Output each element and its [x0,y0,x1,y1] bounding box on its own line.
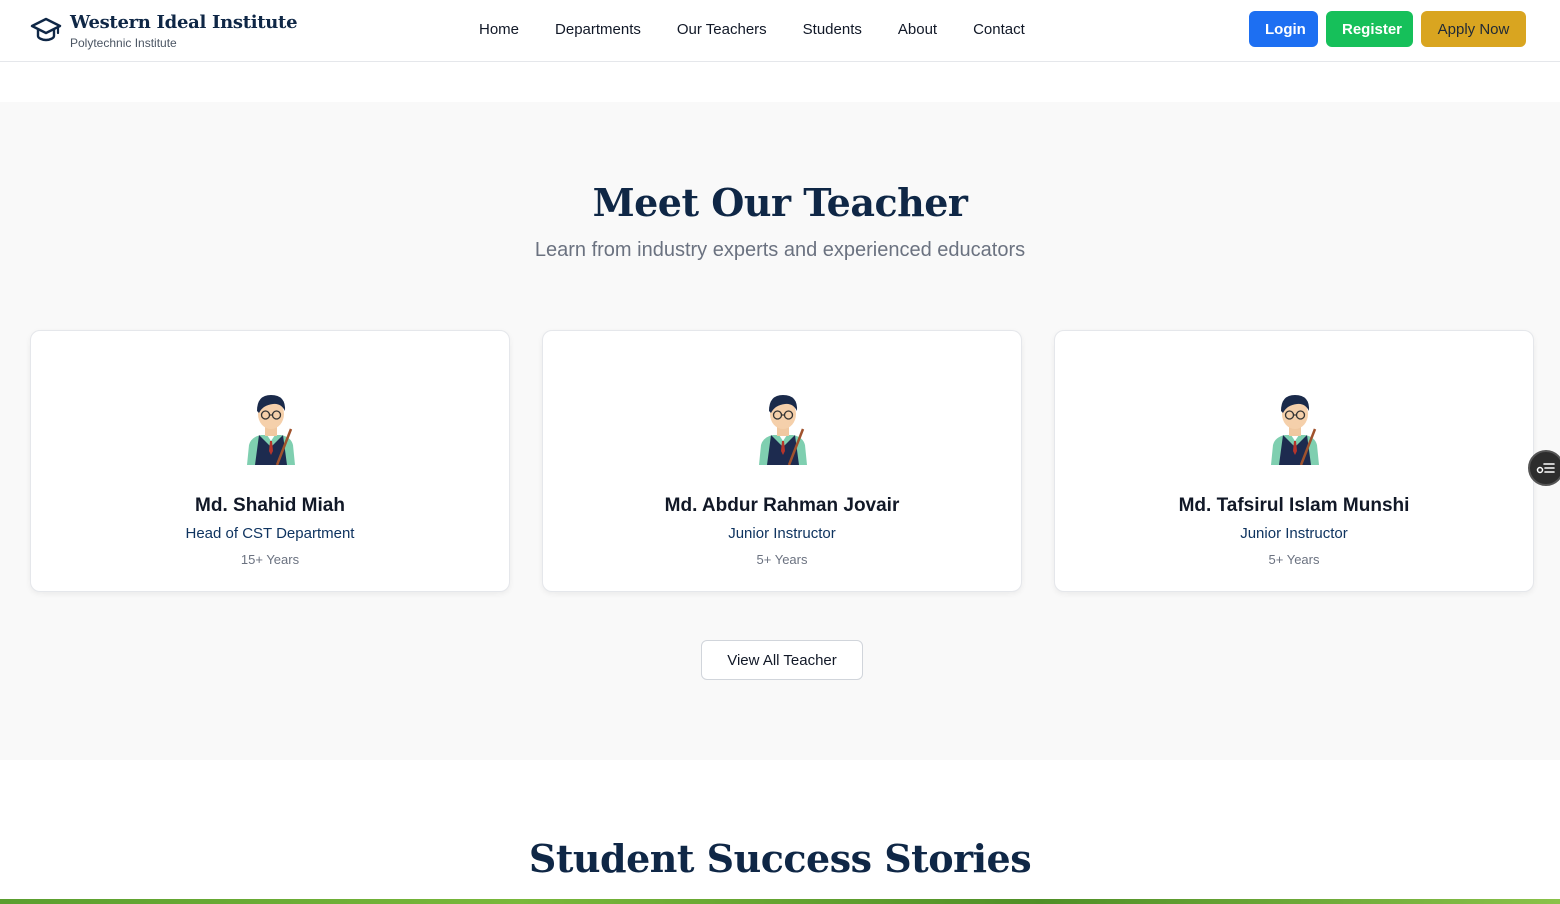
teacher-card[interactable]: Md. Tafsirul Islam Munshi Junior Instruc… [1054,330,1534,592]
view-all-teacher-button[interactable]: View All Teacher [701,640,863,680]
teacher-role: Junior Instructor [1240,525,1348,542]
teacher-role: Head of CST Department [185,525,355,542]
register-button[interactable]: Register [1326,11,1413,47]
teacher-name: Md. Shahid Miah [195,495,345,516]
teacher-experience: 5+ Years [756,552,808,567]
main-nav: Home Departments Our Teachers Students A… [479,0,1061,58]
graduation-cap-icon [30,17,62,42]
teacher-experience: 15+ Years [240,552,300,567]
brand-subtitle: Polytechnic Institute [70,36,177,50]
teachers-section: Meet Our Teacher Learn from industry exp… [0,102,1560,760]
teacher-avatar-icon [247,395,295,465]
bottom-image-strip [0,899,1560,904]
teacher-avatar-icon [1271,395,1319,465]
teacher-name: Md. Tafsirul Islam Munshi [1178,495,1410,516]
accessibility-menu-button[interactable] [1528,450,1560,486]
header-actions: Login Register Apply Now [1249,11,1526,47]
teachers-subtitle: Learn from industry experts and experien… [534,239,1026,261]
nav-our-teachers[interactable]: Our Teachers [677,21,767,38]
teacher-card[interactable]: Md. Abdur Rahman Jovair Junior Instructo… [542,330,1022,592]
success-stories-title: Student Success Stories [528,836,1032,881]
nav-contact[interactable]: Contact [973,21,1025,38]
nav-departments[interactable]: Departments [555,21,641,38]
teacher-experience: 5+ Years [1268,552,1320,567]
accessibility-menu-icon [1536,463,1555,474]
brand-name: Western Ideal Institute [70,12,298,33]
brand-logo[interactable]: Western Ideal Institute Polytechnic Inst… [30,10,298,54]
nav-students[interactable]: Students [803,21,862,38]
teacher-avatar-icon [759,395,807,465]
login-button[interactable]: Login [1249,11,1318,47]
teacher-card[interactable]: Md. Shahid Miah Head of CST Department 1… [30,330,510,592]
teacher-role: Junior Instructor [728,525,836,542]
nav-home[interactable]: Home [479,21,519,38]
nav-about[interactable]: About [898,21,937,38]
teacher-name: Md. Abdur Rahman Jovair [664,495,900,516]
site-header: Western Ideal Institute Polytechnic Inst… [0,0,1560,62]
teachers-title: Meet Our Teacher [592,180,968,225]
apply-now-button[interactable]: Apply Now [1421,11,1526,47]
